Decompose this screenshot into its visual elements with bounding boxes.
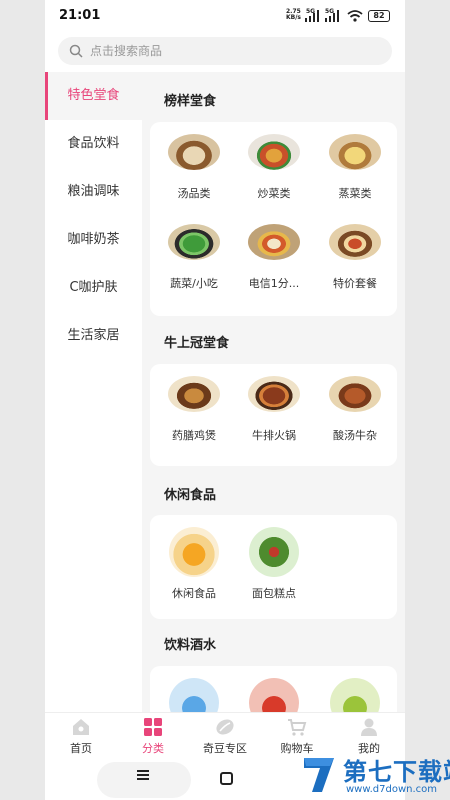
signal-icon xyxy=(305,10,319,22)
tab-category[interactable]: 分类 xyxy=(117,713,189,761)
sidebar-item-grain-oil[interactable]: 粮油调味 xyxy=(45,168,142,216)
menu-icon xyxy=(137,770,149,780)
telecom-offer-image xyxy=(248,224,300,260)
watermark-url: www.d7down.com xyxy=(346,784,438,795)
search-box[interactable] xyxy=(58,37,392,65)
bakery-image xyxy=(249,527,299,577)
sour-soup-beef-image xyxy=(329,376,381,412)
category-item[interactable]: 蔬菜/小吃 xyxy=(159,224,229,291)
section-card xyxy=(150,666,397,712)
soup-image xyxy=(168,134,220,170)
category-item[interactable] xyxy=(320,678,390,712)
sidebar-item-skincare[interactable]: C咖护肤 xyxy=(45,264,142,312)
watermark-name: 第七下载站 xyxy=(343,758,450,786)
sidebar-item-coffee-tea[interactable]: 咖啡奶茶 xyxy=(45,216,142,264)
section-card: 休闲食品 面包糕点 xyxy=(150,515,397,619)
category-item[interactable]: 特价套餐 xyxy=(320,224,390,291)
network-speed: 2.75 KB/s xyxy=(286,8,301,21)
search-icon xyxy=(69,44,83,58)
category-item[interactable]: 休闲食品 xyxy=(159,527,229,601)
nav-home-button[interactable] xyxy=(220,772,233,785)
stir-fry-image xyxy=(248,134,300,170)
category-content: 榜样堂食 汤品类 炒菜类 蒸菜类 蔬菜/小吃 电信1分... 特价套餐 牛上冠堂… xyxy=(142,72,405,712)
category-item[interactable]: 药膳鸡煲 xyxy=(159,376,229,443)
section-title: 饮料酒水 xyxy=(164,638,217,653)
category-item[interactable]: 汤品类 xyxy=(159,134,229,201)
section-card: 汤品类 炒菜类 蒸菜类 蔬菜/小吃 电信1分... 特价套餐 xyxy=(150,122,397,316)
status-time: 21:01 xyxy=(59,8,101,23)
signal-icon-2 xyxy=(325,10,339,22)
wifi-icon xyxy=(347,10,363,22)
herbal-chicken-pot-image xyxy=(168,376,220,412)
sidebar-item-home-living[interactable]: 生活家居 xyxy=(45,312,142,360)
section-title: 休闲食品 xyxy=(164,488,217,503)
beef-hotpot-image xyxy=(248,376,300,412)
watermark-logo-icon xyxy=(304,758,334,792)
snacks-image xyxy=(169,527,219,577)
section-title: 牛上冠堂食 xyxy=(164,336,230,351)
soft-drink-image xyxy=(249,678,299,712)
sidebar-item-food-drinks[interactable]: 食品饮料 xyxy=(45,120,142,168)
category-item[interactable] xyxy=(159,678,229,712)
tab-bean-zone[interactable]: 奇豆专区 xyxy=(189,713,261,761)
tab-home[interactable]: 首页 xyxy=(45,713,117,761)
category-item[interactable]: 面包糕点 xyxy=(239,527,309,601)
category-item[interactable]: 蒸菜类 xyxy=(320,134,390,201)
steamed-dish-image xyxy=(329,134,381,170)
watermark: 第七下载站 www.d7down.com xyxy=(300,752,450,800)
home-icon xyxy=(73,719,89,735)
app-screen: 21:01 2.75 KB/s 5G 5G 82 特色堂食 食品饮料 粮油调味 … xyxy=(45,0,405,800)
battery-icon: 82 xyxy=(368,10,390,22)
category-item[interactable]: 电信1分... xyxy=(239,224,309,291)
section-title: 榜样堂食 xyxy=(164,94,217,109)
category-sidebar: 特色堂食 食品饮料 粮油调味 咖啡奶茶 C咖护肤 生活家居 xyxy=(45,72,142,712)
sidebar-item-featured-dining[interactable]: 特色堂食 xyxy=(45,72,142,120)
tea-drink-image xyxy=(330,678,380,712)
category-item[interactable] xyxy=(239,678,309,712)
vegetable-image xyxy=(168,224,220,260)
cart-icon xyxy=(288,719,307,736)
category-item[interactable]: 酸汤牛杂 xyxy=(320,376,390,443)
bottled-water-image xyxy=(169,678,219,712)
category-icon xyxy=(144,718,162,736)
set-meal-image xyxy=(329,224,381,260)
search-input[interactable] xyxy=(90,41,370,61)
category-item[interactable]: 炒菜类 xyxy=(239,134,309,201)
search-bar-area xyxy=(45,32,405,72)
section-card: 药膳鸡煲 牛排火锅 酸汤牛杂 xyxy=(150,364,397,466)
bean-icon xyxy=(216,719,234,735)
category-item[interactable]: 牛排火锅 xyxy=(239,376,309,443)
status-bar: 21:01 2.75 KB/s 5G 5G 82 xyxy=(45,0,405,32)
nav-menu-button[interactable] xyxy=(97,762,191,798)
user-icon xyxy=(361,718,377,736)
